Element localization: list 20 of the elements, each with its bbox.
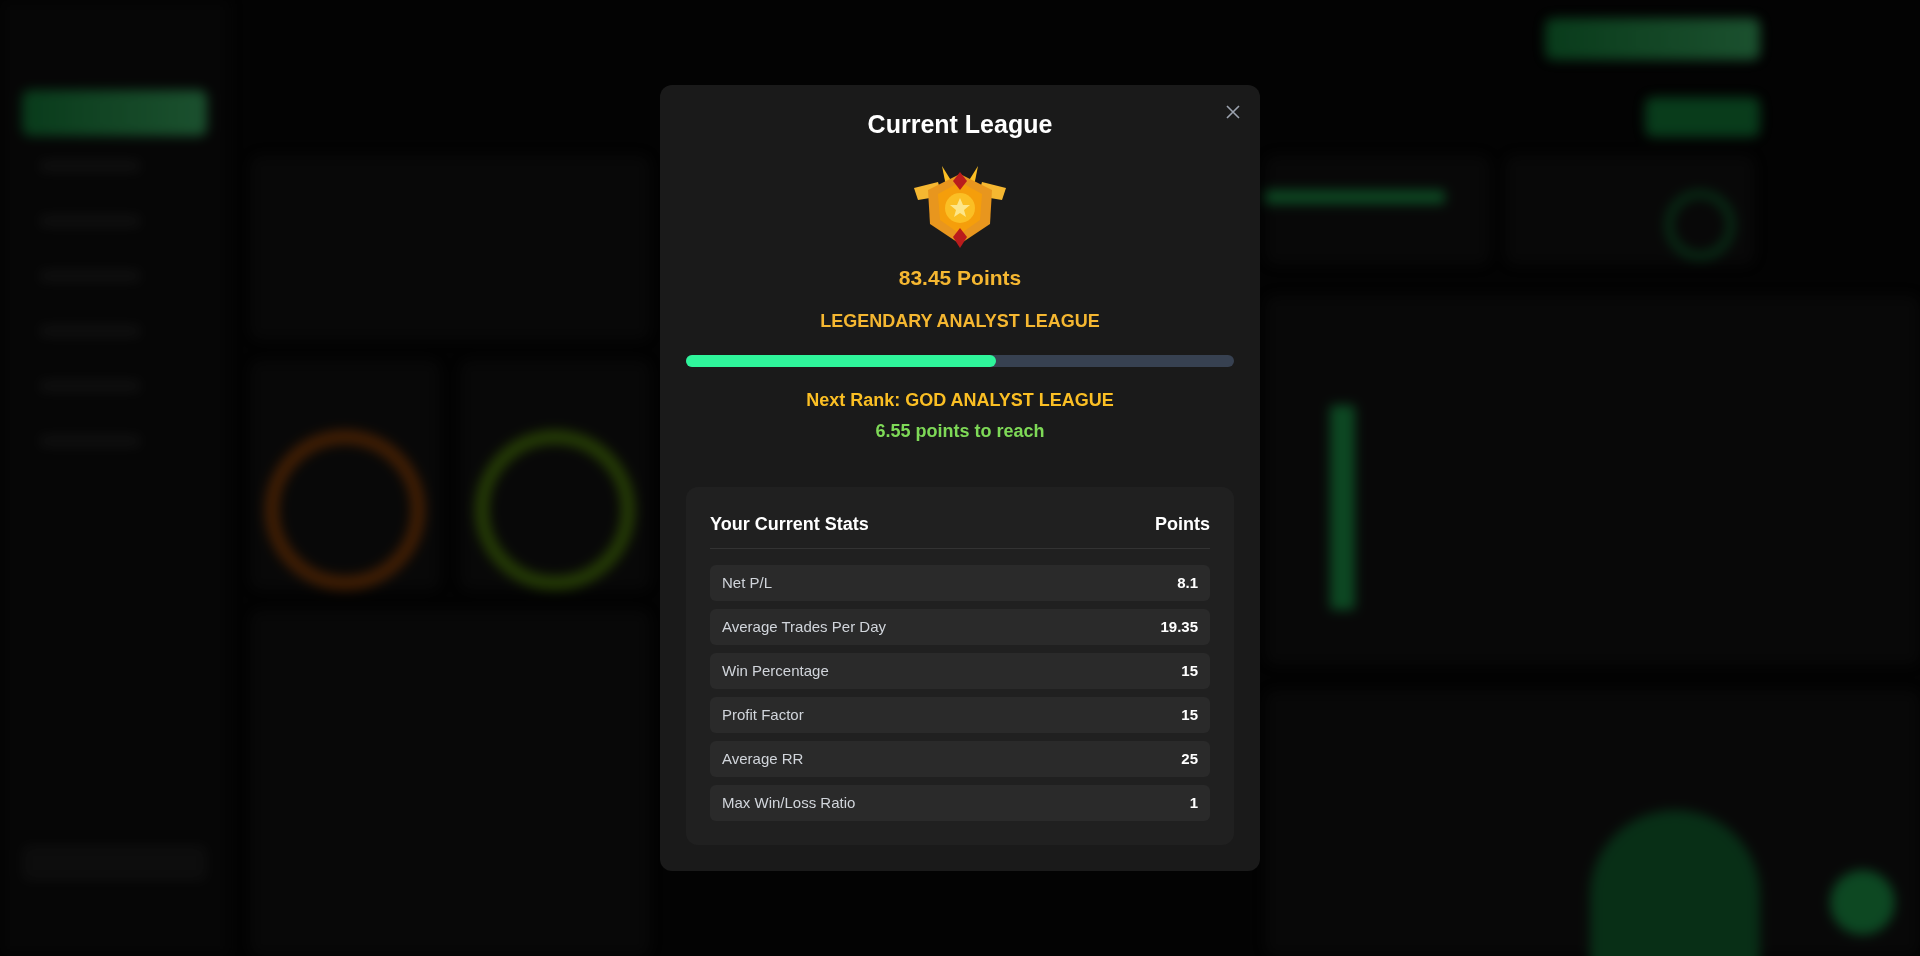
points-to-reach: 6.55 points to reach: [875, 419, 1045, 443]
stat-name: Win Percentage: [722, 660, 829, 681]
stat-name: Max Win/Loss Ratio: [722, 792, 856, 813]
stat-name: Average RR: [722, 748, 804, 769]
column-heading: Points: [1155, 512, 1210, 536]
league-name: LEGENDARY ANALYST LEAGUE: [820, 309, 1100, 333]
points-total: 83.45 Points: [898, 265, 1022, 292]
stat-points: 19.35: [1160, 616, 1198, 637]
next-rank: Next Rank: GOD ANALYST LEAGUE: [806, 388, 1114, 412]
stat-points: 15: [1181, 704, 1198, 725]
dialog-title: Current League: [867, 109, 1053, 140]
stat-points: 8.1: [1177, 572, 1198, 593]
stat-name: Average Trades Per Day: [722, 616, 886, 637]
stat-name: Profit Factor: [722, 704, 804, 725]
close-icon: [1226, 105, 1240, 119]
stat-points: 25: [1181, 748, 1198, 769]
stat-points: 15: [1181, 660, 1198, 681]
column-heading: Your Current Stats: [710, 512, 869, 536]
stat-points: 1: [1189, 792, 1198, 813]
stat-name: Net P/L: [722, 572, 773, 593]
